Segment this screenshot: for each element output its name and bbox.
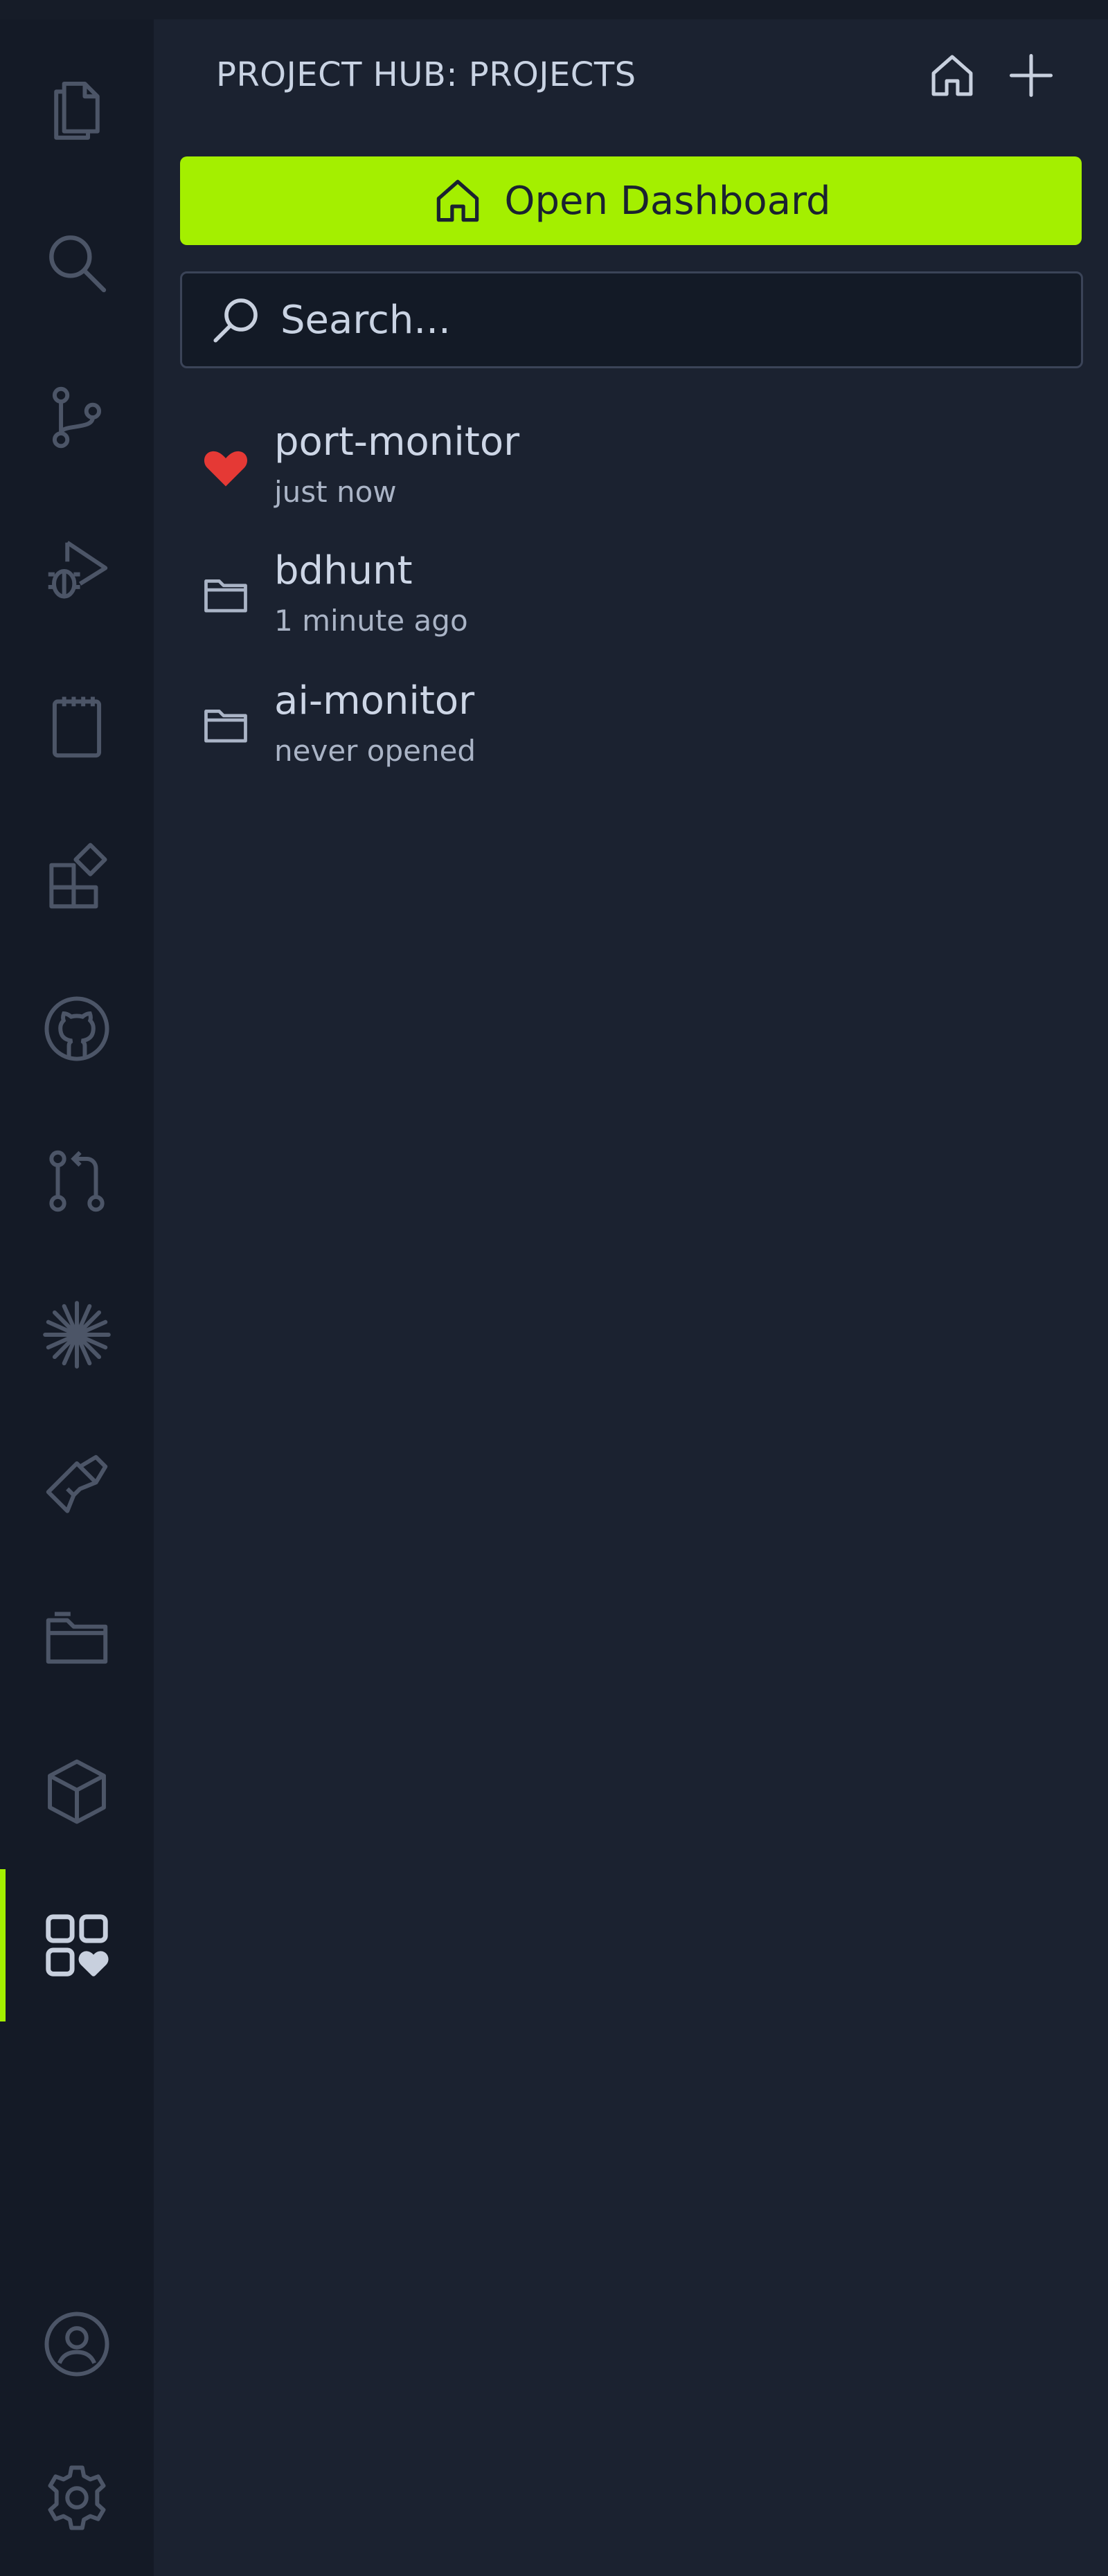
activity-settings[interactable] xyxy=(0,2456,154,2539)
folder-icon xyxy=(204,710,247,743)
project-hub-icon xyxy=(46,1914,109,1976)
files-icon xyxy=(54,81,100,140)
project-hub-sidebar: PROJECT HUB: PROJECTS Open Dashboard por… xyxy=(154,19,1108,2576)
activity-pull-requests[interactable] xyxy=(0,1140,154,1223)
bowtie-icon xyxy=(46,1454,108,1513)
project-last-opened: never opened xyxy=(274,734,476,768)
open-dashboard-label: Open Dashboard xyxy=(504,178,831,224)
folder-icon xyxy=(204,579,247,613)
search-icon xyxy=(49,235,107,293)
project-last-opened: 1 minute ago xyxy=(274,604,468,638)
sparkle-icon xyxy=(43,1301,111,1369)
activity-explorer[interactable] xyxy=(0,64,154,147)
add-icon xyxy=(1009,53,1053,98)
activity-bar xyxy=(0,19,154,2576)
heart-icon xyxy=(204,451,248,487)
notebook-icon xyxy=(52,696,102,758)
search-input[interactable] xyxy=(279,296,1030,343)
project-item-port-monitor[interactable]: port-monitor just now xyxy=(180,415,1080,533)
activity-package[interactable] xyxy=(0,1750,154,1833)
folders-icon xyxy=(46,1612,108,1664)
settings-gear-icon xyxy=(48,2465,106,2530)
sidebar-title: PROJECT HUB: PROJECTS xyxy=(216,55,636,94)
search-icon xyxy=(213,298,258,343)
run-debug-icon xyxy=(48,541,108,599)
account-icon xyxy=(44,2312,109,2377)
home-icon xyxy=(437,179,479,222)
project-name: bdhunt xyxy=(274,548,413,593)
activity-bowtie[interactable] xyxy=(0,1444,154,1527)
activity-source-control[interactable] xyxy=(0,376,154,459)
project-name: port-monitor xyxy=(274,420,520,465)
activity-search[interactable] xyxy=(0,222,154,305)
package-icon xyxy=(48,1759,106,1824)
open-dashboard-button[interactable]: Open Dashboard xyxy=(180,156,1082,245)
pull-request-icon xyxy=(49,1150,105,1212)
search-box[interactable] xyxy=(180,271,1083,368)
home-action-button[interactable] xyxy=(921,44,983,107)
activity-extensions[interactable] xyxy=(0,836,154,919)
activity-github[interactable] xyxy=(0,987,154,1070)
source-control-icon xyxy=(52,386,102,449)
activity-project-hub[interactable] xyxy=(0,1869,154,2021)
activity-folders[interactable] xyxy=(0,1598,154,1681)
activity-sparkle[interactable] xyxy=(0,1293,154,1376)
activity-notebook[interactable] xyxy=(0,685,154,768)
project-name: ai-monitor xyxy=(274,678,475,723)
github-icon xyxy=(44,996,109,1061)
extensions-icon xyxy=(49,843,107,909)
project-last-opened: just now xyxy=(274,475,397,509)
activity-account[interactable] xyxy=(0,2303,154,2386)
activity-run-debug[interactable] xyxy=(0,530,154,613)
add-project-button[interactable] xyxy=(1000,44,1062,107)
project-item-ai-monitor[interactable]: ai-monitor never opened xyxy=(180,674,1080,792)
window-top-bar xyxy=(0,0,1108,19)
home-icon xyxy=(931,55,973,96)
project-item-bdhunt[interactable]: bdhunt 1 minute ago xyxy=(180,544,1080,662)
